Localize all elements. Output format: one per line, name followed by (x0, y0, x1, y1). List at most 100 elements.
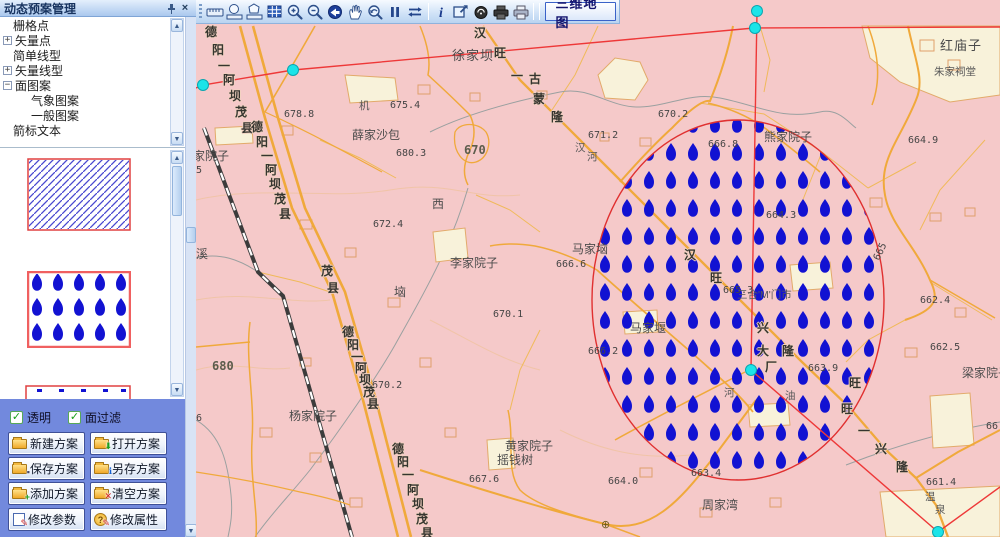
pattern-swatch-drops[interactable] (27, 271, 131, 348)
button-label: 修改参数 (28, 511, 76, 528)
save-plan-icon: ▪ (12, 464, 27, 474)
plan-handle[interactable] (746, 365, 757, 376)
tree-item-面图案[interactable]: −面图案 (0, 78, 170, 93)
pattern-list: ▲ ▼ (0, 148, 170, 399)
plan-handle[interactable] (933, 527, 944, 537)
map-toolbar: i 三维地图 (196, 0, 620, 24)
print-icon[interactable] (511, 2, 530, 22)
grid-icon[interactable] (266, 2, 285, 22)
checkbox-box[interactable]: ✓ (68, 411, 81, 424)
pan-hand-icon[interactable] (346, 2, 365, 22)
info-icon[interactable]: i (432, 2, 451, 22)
scroll-down-icon[interactable]: ▼ (171, 132, 183, 145)
checkbox-label: 透明 (27, 409, 51, 426)
badge-glyph: + (25, 492, 30, 502)
button-label: 新建方案 (30, 435, 78, 452)
plan-handle[interactable] (198, 80, 209, 91)
plan-handle[interactable] (288, 65, 299, 76)
zoom-out-icon[interactable] (306, 2, 325, 22)
collapse-icon[interactable]: − (3, 81, 12, 90)
panel-outer-scrollbar[interactable]: ▼ (185, 17, 196, 537)
打开方案-button[interactable]: ⬇打开方案 (90, 432, 167, 455)
layer-tree: 栅格点+矢量点简单线型+矢量线型−面图案气象图案一般图案箭标文本 (0, 18, 170, 146)
badge-glyph: ✎ (102, 517, 110, 529)
badge-glyph: ⬇ (104, 441, 112, 452)
plan-handle[interactable] (752, 6, 763, 17)
panel-header: 动态预案管理 × (0, 0, 196, 17)
add-plan-icon: + (12, 489, 27, 499)
tree-item-矢量线型[interactable]: +矢量线型 (0, 63, 170, 78)
map-viewport[interactable]: 675.4680.3678.8672.4670.2671.2670.2666.8… (196, 0, 1000, 537)
panel-title: 动态预案管理 (4, 0, 164, 17)
badge-glyph: ℹ (109, 466, 112, 477)
overview-globe-icon[interactable] (326, 2, 345, 22)
button-label: 修改属性 (110, 511, 158, 528)
zoom-in-icon[interactable] (286, 2, 305, 22)
export-icon[interactable] (452, 2, 471, 22)
tree-item-一般图案[interactable]: 一般图案 (0, 108, 170, 123)
tree-scrollbar[interactable]: ▲ ▼ (170, 18, 184, 146)
map-canvas[interactable] (196, 0, 1000, 537)
plan-controls-panel: ✓透明✓面过滤新建方案⬇打开方案▪保存方案ℹ另存方案+添加方案✕清空方案✎修改参… (0, 399, 185, 537)
toolbar-separator (428, 3, 429, 20)
button-label: 添加方案 (30, 485, 78, 502)
badge-glyph: ▪ (27, 467, 30, 477)
map-3d-button[interactable]: 三维地图 (545, 2, 616, 21)
edit-params-icon: ✎ (13, 513, 25, 526)
保存方案-button[interactable]: ▪保存方案 (8, 457, 85, 480)
scrollbar-thumb[interactable] (172, 166, 182, 216)
button-label: 清空方案 (112, 485, 160, 502)
tree-item-矢量点[interactable]: +矢量点 (0, 33, 170, 48)
measure-circle-icon[interactable] (226, 2, 245, 22)
application-window: 动态预案管理 × 栅格点+矢量点简单线型+矢量线型−面图案气象图案一般图案箭标文… (0, 0, 1000, 537)
zoom-previous-icon[interactable] (366, 2, 385, 22)
measure-polygon-icon[interactable] (246, 2, 265, 22)
button-label: 打开方案 (112, 435, 160, 452)
pattern-swatch-partial[interactable] (25, 385, 131, 399)
pause-icon[interactable] (386, 2, 405, 22)
toolbar-separator (533, 3, 534, 20)
plan-manager-panel: 动态预案管理 × 栅格点+矢量点简单线型+矢量线型−面图案气象图案一般图案箭标文… (0, 0, 196, 537)
open-plan-icon: ⬇ (94, 439, 109, 449)
tree-item-栅格点[interactable]: 栅格点 (0, 18, 170, 33)
refresh-icon[interactable] (406, 2, 425, 22)
修改参数-button[interactable]: ✎修改参数 (8, 508, 85, 531)
snapshot-icon[interactable] (472, 2, 491, 22)
tree-item-气象图案[interactable]: 气象图案 (0, 93, 170, 108)
scroll-up-icon[interactable]: ▲ (171, 151, 183, 164)
修改属性-button[interactable]: ?✎修改属性 (90, 508, 167, 531)
清空方案-button[interactable]: ✕清空方案 (90, 482, 167, 505)
pattern-swatch-hatch[interactable] (27, 158, 131, 231)
scrollbar-thumb[interactable] (186, 227, 196, 243)
toolbar-separator (539, 3, 540, 20)
plan-handle[interactable] (750, 23, 761, 34)
hazard-area-ellipse[interactable] (592, 120, 884, 480)
grip-handle[interactable] (199, 4, 202, 20)
checkbox-label: 面过滤 (85, 409, 121, 426)
saveas-plan-icon: ℹ (94, 464, 109, 474)
pin-icon[interactable] (164, 2, 178, 15)
tree-item-简单线型[interactable]: 简单线型 (0, 48, 170, 63)
checkbox-透明[interactable]: ✓ 透明 (10, 409, 51, 426)
badge-glyph: ✕ (104, 491, 112, 502)
measure-ruler-icon[interactable] (206, 2, 225, 22)
print-dark-icon[interactable] (492, 2, 511, 22)
svg-text:i: i (439, 6, 443, 21)
scroll-down-icon[interactable]: ▼ (171, 383, 183, 396)
新建方案-button[interactable]: 新建方案 (8, 432, 85, 455)
scroll-up-icon[interactable]: ▲ (171, 19, 183, 32)
checkbox-面过滤[interactable]: ✓ 面过滤 (68, 409, 121, 426)
expand-icon[interactable]: + (3, 36, 12, 45)
另存方案-button[interactable]: ℹ另存方案 (90, 457, 167, 480)
button-label: 保存方案 (30, 460, 78, 477)
添加方案-button[interactable]: +添加方案 (8, 482, 85, 505)
badge-glyph: ✎ (20, 518, 28, 529)
expand-icon[interactable]: + (3, 66, 12, 75)
close-icon[interactable]: × (178, 2, 192, 15)
button-label: 另存方案 (112, 460, 160, 477)
clear-plan-icon: ✕ (94, 489, 109, 499)
edit-props-icon: ?✎ (94, 513, 107, 526)
tree-item-箭标文本[interactable]: 箭标文本 (0, 123, 170, 138)
checkbox-box[interactable]: ✓ (10, 411, 23, 424)
pattern-scrollbar[interactable]: ▲ ▼ (170, 150, 184, 397)
